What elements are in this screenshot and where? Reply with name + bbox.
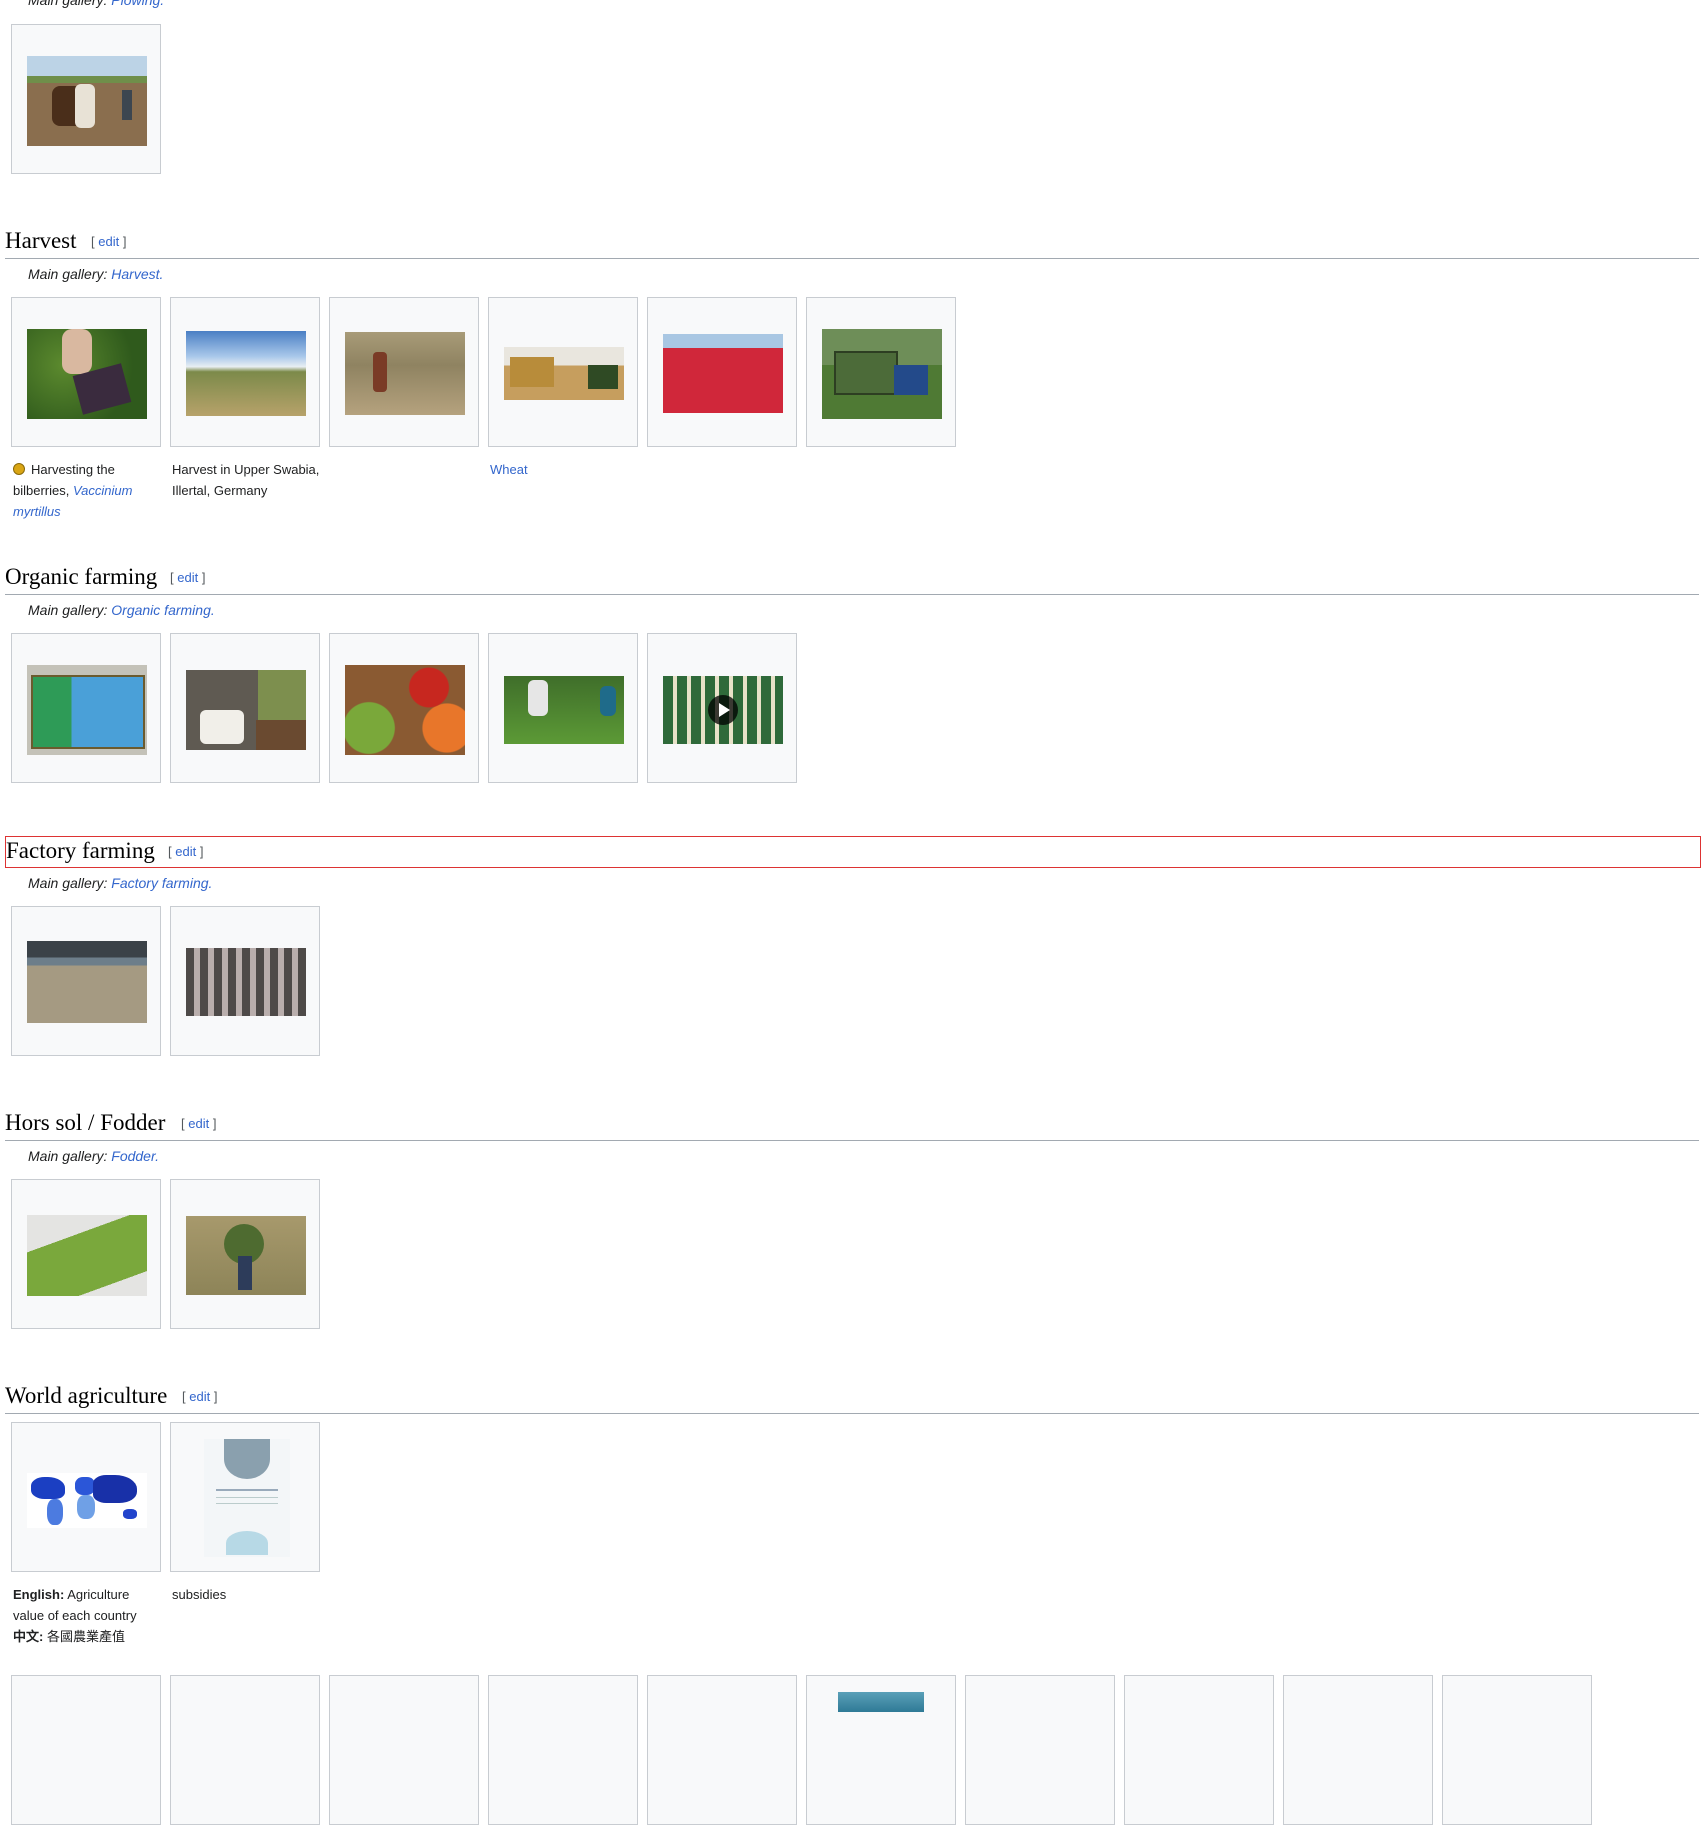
thumb-image[interactable] (186, 948, 306, 1016)
world-thumb-12[interactable] (1442, 1675, 1592, 1825)
thumb-image[interactable] (186, 1216, 306, 1295)
organic-thumb-2[interactable] (170, 633, 320, 783)
thumb-image[interactable] (27, 329, 147, 419)
harvest-heading: Harvest [ edit ] (5, 227, 1699, 259)
world-thumb-6[interactable] (488, 1675, 638, 1825)
world-thumb-3[interactable] (11, 1675, 161, 1825)
plowing-thumb-1[interactable] (11, 24, 161, 174)
fodder-thumb-1[interactable] (11, 1179, 161, 1329)
harvest-thumb-3[interactable] (329, 297, 479, 447)
thumb-image[interactable] (504, 347, 624, 400)
harvest-thumb-6[interactable] (806, 297, 956, 447)
thumb-image[interactable] (204, 1439, 290, 1557)
thumb-image[interactable] (345, 332, 465, 415)
section-edit: [ edit ] (168, 844, 204, 859)
harvest-thumb-5[interactable] (647, 297, 797, 447)
harvest-caption-2: Harvest in Upper Swabia, Illertal, Germa… (172, 462, 320, 498)
fodder-heading: Hors sol / Fodder [ edit ] (5, 1109, 1699, 1141)
factory-thumb-1[interactable] (11, 906, 161, 1056)
factory-gallery-link[interactable]: Factory farming. (111, 875, 212, 891)
thumb-image[interactable] (838, 1692, 924, 1712)
world-thumb-2[interactable] (170, 1422, 320, 1572)
thumb-image[interactable] (663, 676, 783, 744)
organic-thumb-1[interactable] (11, 633, 161, 783)
world-thumb-7[interactable] (647, 1675, 797, 1825)
section-title: Harvest (5, 228, 77, 253)
caption-link[interactable]: Wheat (490, 462, 528, 477)
section-title: Organic farming (5, 564, 158, 589)
world-heading: World agriculture [ edit ] (5, 1382, 1699, 1414)
edit-link[interactable]: edit (175, 844, 196, 859)
world-caption-1: English: Agriculture value of each count… (13, 1587, 137, 1644)
edit-link[interactable]: edit (98, 234, 119, 249)
world-thumb-5[interactable] (329, 1675, 479, 1825)
world-thumb-4[interactable] (170, 1675, 320, 1825)
harvest-thumb-2[interactable] (170, 297, 320, 447)
section-edit: [ edit ] (181, 1116, 217, 1131)
thumb-image[interactable] (345, 665, 465, 755)
factory-thumb-2[interactable] (170, 906, 320, 1056)
edit-link[interactable]: edit (177, 570, 198, 585)
harvest-thumb-4[interactable] (488, 297, 638, 447)
fodder-thumb-2[interactable] (170, 1179, 320, 1329)
world-thumb-9[interactable] (965, 1675, 1115, 1825)
organic-thumb-3[interactable] (329, 633, 479, 783)
thumb-image[interactable] (822, 329, 942, 419)
section-edit: [ edit ] (182, 1389, 218, 1404)
organic-heading: Organic farming [ edit ] (5, 563, 1699, 595)
world-thumb-11[interactable] (1283, 1675, 1433, 1825)
section-title: Factory farming (6, 838, 155, 863)
section-title: World agriculture (5, 1383, 168, 1408)
thumb-image[interactable] (186, 670, 306, 750)
world-caption-2: subsidies (172, 1587, 227, 1602)
thumb-image[interactable] (27, 56, 147, 146)
factory-main-gallery: Main gallery: Factory farming. (28, 875, 213, 891)
thumb-image[interactable] (27, 941, 147, 1023)
section-edit: [ edit ] (91, 234, 127, 249)
thumb-image[interactable] (27, 1473, 147, 1528)
thumb-image[interactable] (27, 1215, 147, 1296)
harvest-caption-4: Wheat (490, 459, 640, 480)
section-edit: [ edit ] (170, 570, 206, 585)
edit-link[interactable]: edit (188, 1116, 209, 1131)
fodder-gallery-link[interactable]: Fodder. (111, 1148, 159, 1164)
thumb-image[interactable] (663, 334, 783, 413)
plowing-main-gallery: Main gallery: Plowing. (28, 0, 164, 8)
fodder-main-gallery: Main gallery: Fodder. (28, 1148, 159, 1164)
play-icon[interactable] (708, 695, 738, 725)
harvest-thumb-1[interactable] (11, 297, 161, 447)
edit-link[interactable]: edit (189, 1389, 210, 1404)
wikileaks-logo-icon (224, 1439, 270, 1479)
section-title: Hors sol / Fodder (5, 1110, 166, 1135)
harvest-gallery-link[interactable]: Harvest. (111, 266, 163, 282)
thumb-image[interactable] (504, 676, 624, 744)
thumb-image[interactable] (27, 665, 147, 755)
thumb-image[interactable] (186, 331, 306, 416)
world-thumb-1[interactable] (11, 1422, 161, 1572)
harvest-caption-1: Harvesting the bilberries, Vaccinium myr… (13, 462, 133, 519)
world-thumb-8[interactable] (806, 1675, 956, 1825)
organic-thumb-5-video[interactable] (647, 633, 797, 783)
plowing-gallery-link[interactable]: Plowing. (111, 0, 164, 8)
quality-image-badge-icon (13, 463, 25, 475)
organic-thumb-4[interactable] (488, 633, 638, 783)
world-thumb-10[interactable] (1124, 1675, 1274, 1825)
harvest-main-gallery: Main gallery: Harvest. (28, 266, 164, 282)
organic-gallery-link[interactable]: Organic farming. (111, 602, 214, 618)
organic-main-gallery: Main gallery: Organic farming. (28, 602, 215, 618)
factory-heading: Factory farming [ edit ] (5, 836, 1701, 868)
